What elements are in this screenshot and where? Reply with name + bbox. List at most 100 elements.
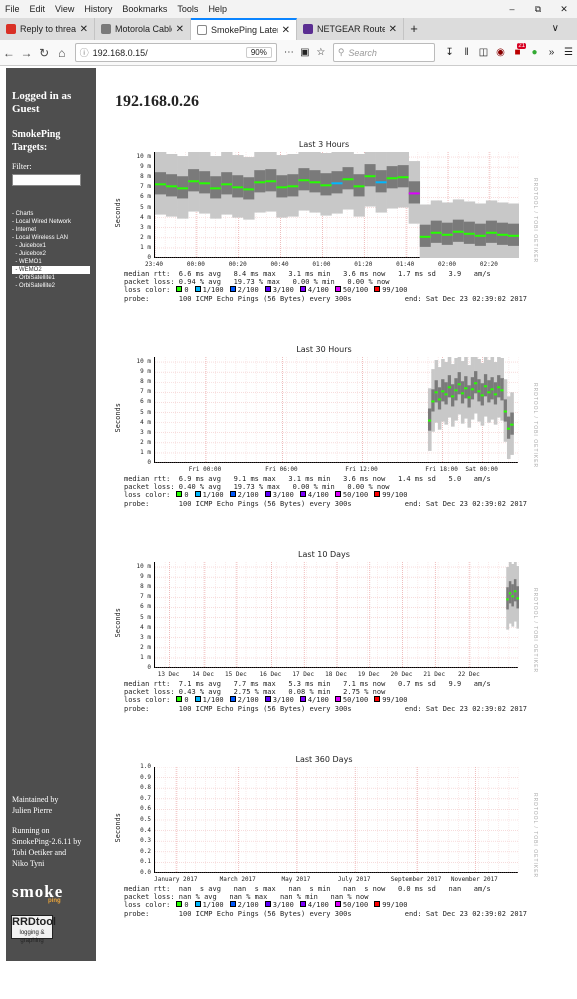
tab-2[interactable]: Motorola Cable Modem : Status ✕ bbox=[95, 18, 191, 40]
median-point bbox=[375, 181, 387, 184]
target-item-juicebox2[interactable]: - Juicebox2 bbox=[12, 250, 90, 258]
extension-green-icon[interactable]: ● bbox=[526, 47, 543, 58]
filter-input[interactable] bbox=[12, 174, 81, 186]
graph-2: Last 30 Hours RRDTOOL / TOBI OETIKER Secon… bbox=[114, 343, 538, 548]
smoke-core bbox=[232, 175, 244, 198]
menu-item-tools[interactable]: Tools bbox=[172, 4, 203, 14]
smoke-core bbox=[510, 412, 514, 435]
y-tick-label: 0 bbox=[147, 664, 151, 671]
menu-item-file[interactable]: File bbox=[0, 4, 25, 14]
tab-close-icon[interactable]: ✕ bbox=[282, 25, 290, 36]
tab-3[interactable]: SmokePing Latency Page for 19: ✕ bbox=[191, 18, 297, 40]
menu-item-help[interactable]: Help bbox=[203, 4, 232, 14]
y-tick-label: 7 m bbox=[140, 388, 151, 396]
forward-icon[interactable]: → bbox=[18, 46, 36, 60]
y-tick-label: 9 m bbox=[140, 573, 151, 581]
median-point bbox=[199, 182, 211, 185]
target-item-wemo2[interactable]: - WEMO2 bbox=[12, 266, 90, 274]
close-window-icon[interactable]: ✕ bbox=[551, 0, 577, 18]
x-tick-label: 22 Dec bbox=[458, 671, 480, 678]
tab-1[interactable]: Reply to thread 'Dish Netw ✕ bbox=[0, 18, 95, 40]
smoke-core bbox=[457, 372, 462, 395]
y-tick-label: 4 m bbox=[140, 418, 151, 426]
target-item-orbisatellite1[interactable]: - OrbiSatellite1 bbox=[12, 274, 90, 282]
minimize-icon[interactable]: – bbox=[499, 0, 525, 18]
y-tick-label: 0.8 bbox=[140, 784, 151, 792]
smoke-core bbox=[452, 219, 465, 242]
target-item-charts[interactable]: - Charts bbox=[12, 210, 90, 218]
loss-color-label: loss color: bbox=[124, 901, 171, 910]
y-tick-label: 2 m bbox=[140, 643, 151, 651]
new-tab-icon[interactable]: + bbox=[404, 18, 424, 40]
median-rtt-row: median rtt: 7.1 ms avg 7.7 ms max 5.3 ms… bbox=[124, 680, 539, 688]
target-item-juicebox1[interactable]: - Juicebox1 bbox=[12, 242, 90, 250]
menu-item-history[interactable]: History bbox=[79, 4, 117, 14]
end-time: end: Sat Dec 23 02:39:02 2017 bbox=[404, 294, 527, 303]
tab-close-icon[interactable]: ✕ bbox=[176, 24, 184, 35]
tab-favicon-icon bbox=[6, 24, 16, 34]
download-icon[interactable]: ↧ bbox=[441, 47, 458, 58]
home-icon[interactable]: ⌂ bbox=[53, 46, 71, 60]
tab-4[interactable]: NETGEAR Router Orbi ✕ bbox=[297, 18, 404, 40]
target-item-local-wireless-lan[interactable]: - Local Wireless LAN bbox=[12, 234, 90, 242]
loss-swatch bbox=[374, 286, 381, 293]
tab-favicon-icon bbox=[303, 24, 313, 34]
menu-item-edit[interactable]: Edit bbox=[25, 4, 51, 14]
packet-loss-label: packet loss: bbox=[124, 483, 179, 492]
url-bar[interactable]: ⓘ 192.168.0.15/ 90% bbox=[74, 43, 277, 62]
smokeping-logo[interactable]: smoke ping bbox=[12, 882, 63, 904]
restore-icon[interactable]: ⧉ bbox=[525, 0, 551, 18]
tab-close-icon[interactable]: ✕ bbox=[389, 24, 397, 35]
smoke-core bbox=[437, 387, 442, 410]
median-rtt-values: 6.9 ms avg 9.1 ms max 3.1 ms min 3.6 ms … bbox=[178, 475, 491, 483]
x-tick-label: 00:20 bbox=[228, 261, 247, 268]
menu-item-view[interactable]: View bbox=[50, 4, 79, 14]
search-input[interactable]: ⚲ Search bbox=[332, 43, 436, 62]
rrdtool-credit: RRDTOOL / TOBI OETIKER bbox=[532, 793, 538, 879]
target-item-internet[interactable]: - Internet bbox=[12, 226, 90, 234]
smoke-core bbox=[487, 380, 491, 403]
rrdtool-logo[interactable]: RRDtool logging & graphing bbox=[11, 915, 56, 944]
target-item-orbisatellite2[interactable]: - OrbiSatellite2 bbox=[12, 282, 90, 290]
y-tick-label: 0 bbox=[147, 459, 151, 466]
zoom-level[interactable]: 90% bbox=[245, 47, 272, 58]
x-tick-label: March 2017 bbox=[219, 876, 256, 883]
loss-swatch-label: 3/100 bbox=[272, 491, 294, 500]
page-actions-icon[interactable]: ⋯ bbox=[281, 47, 297, 58]
y-tick-label: 8 m bbox=[140, 583, 151, 591]
sidebar-icon[interactable]: ◫ bbox=[475, 47, 492, 58]
tab-close-icon[interactable]: ✕ bbox=[80, 24, 88, 35]
median-point bbox=[477, 390, 481, 393]
smoke-core bbox=[480, 383, 485, 406]
smoke-core bbox=[265, 169, 277, 192]
overflow-icon[interactable]: » bbox=[543, 47, 560, 58]
y-tick-label: 0 bbox=[147, 254, 151, 261]
menu-item-bookmarks[interactable]: Bookmarks bbox=[117, 4, 172, 14]
smoke-core bbox=[477, 379, 481, 402]
y-tick-label: 8 m bbox=[140, 378, 151, 386]
tab-overflow-icon[interactable]: ∨ bbox=[552, 18, 559, 40]
pocket-icon[interactable]: ▣ bbox=[297, 47, 313, 58]
extension-badge-icon[interactable]: ■ 21 bbox=[509, 43, 527, 58]
reload-icon[interactable]: ↻ bbox=[35, 46, 53, 60]
loss-swatch-label: 2/100 bbox=[237, 491, 259, 500]
y-tick-label: 0.2 bbox=[140, 847, 151, 855]
search-icon: ⚲ bbox=[337, 47, 345, 57]
graph-title: Last 360 Days bbox=[295, 755, 353, 764]
y-tick-label: 5 m bbox=[140, 613, 151, 621]
library-icon[interactable]: ‖ bbox=[458, 47, 475, 58]
info-icon[interactable]: ⓘ bbox=[80, 46, 89, 59]
bookmark-star-icon[interactable]: ☆ bbox=[313, 47, 329, 58]
median-point bbox=[454, 389, 458, 392]
smoke-core bbox=[460, 381, 465, 404]
y-tick-label: 6 m bbox=[140, 603, 151, 611]
target-item-local-wired-network[interactable]: - Local Wired Network bbox=[12, 218, 90, 226]
target-item-wemo1[interactable]: - WEMO1 bbox=[12, 258, 90, 266]
ublock-icon[interactable]: ◉ bbox=[492, 47, 509, 58]
median-point bbox=[496, 233, 508, 236]
loss-swatch bbox=[176, 286, 183, 293]
loss-swatch-label: 99/100 bbox=[382, 491, 408, 500]
smoke-core bbox=[490, 377, 495, 400]
back-icon[interactable]: ← bbox=[0, 46, 18, 60]
menu-icon[interactable]: ☰ bbox=[560, 47, 577, 58]
